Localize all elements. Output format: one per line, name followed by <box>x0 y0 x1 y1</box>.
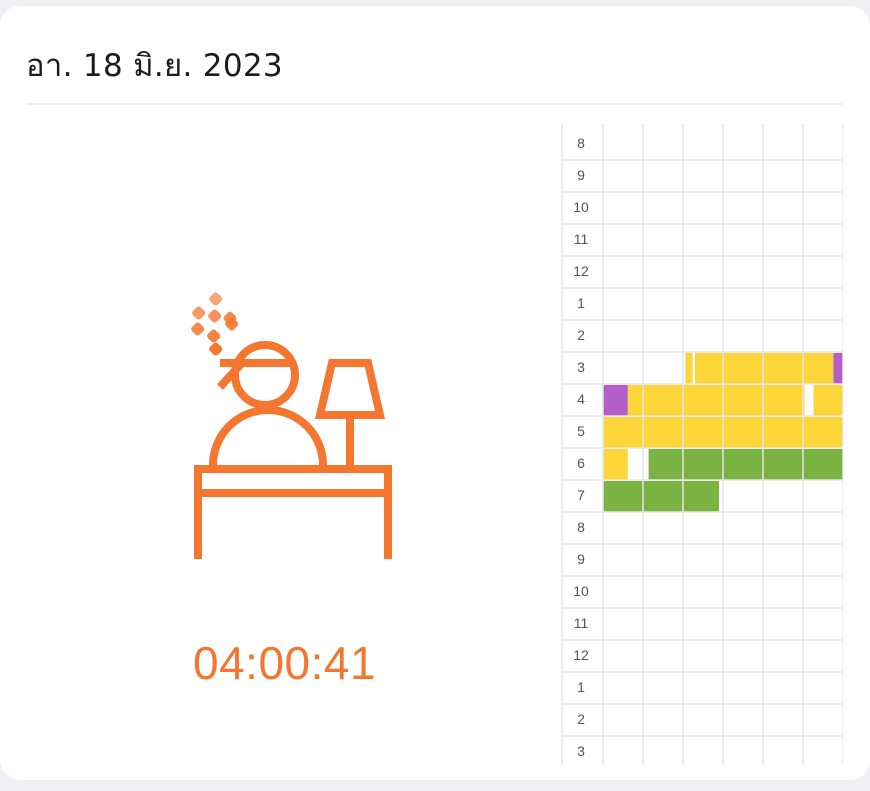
sleep-segment-light <box>603 449 628 480</box>
sleep-segment-light <box>813 385 843 416</box>
hour-label: 4 <box>577 391 585 407</box>
session-date-title: อา. 18 มิ.ย. 2023 <box>26 48 283 84</box>
sleep-segment-deep <box>603 481 719 512</box>
hour-label: 10 <box>573 199 589 215</box>
hour-label: 8 <box>577 519 585 535</box>
hour-label: 10 <box>573 583 589 599</box>
hour-label: 5 <box>577 423 585 439</box>
hour-label: 3 <box>577 743 585 759</box>
hour-label: 9 <box>577 167 585 183</box>
sleep-segment-light <box>695 353 834 384</box>
hour-label: 9 <box>577 551 585 567</box>
sleep-session-card: อา. 18 มิ.ย. 2023 04:00:41 8 9 10 11 12 … <box>0 6 870 780</box>
hour-label: 6 <box>577 455 585 471</box>
sleep-segment-awake <box>833 353 843 384</box>
sleep-segment-awake <box>603 385 628 416</box>
hour-label: 3 <box>577 359 585 375</box>
hour-label: 8 <box>577 135 585 151</box>
hour-label: 2 <box>577 327 585 343</box>
hour-label: 12 <box>573 647 589 663</box>
hour-label: 12 <box>573 263 589 279</box>
hour-label: 7 <box>577 487 585 503</box>
sleep-segment-light <box>685 353 693 384</box>
sleep-stage-grid-canvas <box>561 124 843 765</box>
hour-label: 11 <box>573 615 589 631</box>
hour-label: 1 <box>577 679 585 695</box>
sleep-stage-grid: 8 9 10 11 12 1 2 3 4 5 6 7 8 9 10 11 12 1 2 3 <box>561 124 843 765</box>
hour-label: 1 <box>577 295 585 311</box>
sleep-segment-light <box>627 385 805 416</box>
elapsed-time-readout: 04:00:41 <box>193 637 377 689</box>
sleeping-person-bed-lamp-icon <box>191 292 392 559</box>
hour-label: 11 <box>573 231 589 247</box>
header-divider <box>26 103 842 105</box>
hour-label: 2 <box>577 711 585 727</box>
sleep-segment-deep <box>648 449 843 480</box>
